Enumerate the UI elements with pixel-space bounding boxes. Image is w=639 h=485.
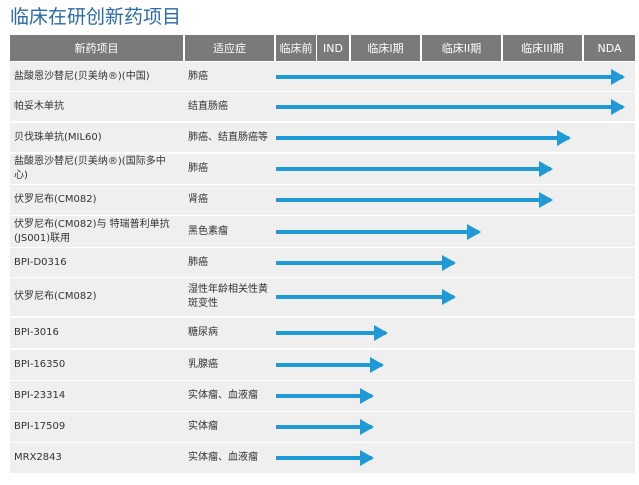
drug-name: 盐酸恩沙替尼(贝美纳®)(中国) bbox=[14, 70, 150, 82]
indication: 肺癌、结直肠癌等 bbox=[188, 131, 268, 143]
page-title: 临床在研创新药项目 bbox=[10, 6, 182, 28]
drug-name: BPI-D0316 bbox=[14, 256, 67, 268]
progress-arrow bbox=[276, 129, 572, 146]
progress-arrow bbox=[276, 254, 457, 271]
column-header: IND bbox=[317, 35, 349, 61]
drug-name: 伏罗尼布(CM082)与 特瑞普利单抗(JS001)联用 bbox=[14, 218, 170, 244]
drug-name: BPI-3016 bbox=[14, 327, 59, 338]
column-header: 临床I期 bbox=[351, 35, 420, 61]
table-row: 伏罗尼布(CM082) 湿性年龄相关性黄斑变性 bbox=[10, 278, 635, 316]
column-header: 临床III期 bbox=[503, 35, 582, 61]
indication: 乳腺癌 bbox=[188, 359, 218, 370]
progress-arrow bbox=[276, 289, 457, 305]
indication: 实体瘤、血液瘤 bbox=[188, 452, 258, 463]
drug-name: 伏罗尼布(CM082) bbox=[14, 291, 97, 302]
indication: 肺癌 bbox=[188, 70, 208, 82]
progress-arrow bbox=[276, 419, 374, 435]
drug-name: BPI-23314 bbox=[14, 390, 66, 401]
indication: 结直肠癌 bbox=[188, 100, 228, 112]
table-row: 贝伐珠单抗(MIL60) 肺癌、结直肠癌等 bbox=[10, 123, 635, 152]
table-row: BPI-16350 乳腺癌 bbox=[10, 350, 635, 380]
progress-arrow bbox=[276, 192, 554, 208]
indication: 肺癌 bbox=[188, 163, 208, 174]
table-row: 帕妥木单抗 结直肠癌 bbox=[10, 92, 635, 121]
table-row: 伏罗尼布(CM082)与 特瑞普利单抗(JS001)联用 黑色素瘤 bbox=[10, 216, 635, 247]
drug-name: MRX2843 bbox=[14, 452, 62, 463]
progress-arrow bbox=[276, 68, 625, 85]
indication: 肺癌 bbox=[188, 256, 208, 268]
progress-arrow bbox=[276, 98, 625, 115]
indication: 黑色素瘤 bbox=[188, 225, 228, 237]
table-row: BPI-23314 实体瘤、血液瘤 bbox=[10, 381, 635, 411]
indication: 湿性年龄相关性黄斑变性 bbox=[188, 284, 268, 309]
column-header: NDA bbox=[584, 35, 635, 61]
progress-arrow bbox=[276, 388, 374, 404]
table-row: 伏罗尼布(CM082) 肾癌 bbox=[10, 185, 635, 215]
drug-name: BPI-16350 bbox=[14, 359, 66, 370]
table-row: 盐酸恩沙替尼(贝美纳®)(中国) 肺癌 bbox=[10, 62, 635, 91]
drug-name: 伏罗尼布(CM082) bbox=[14, 194, 97, 205]
progress-arrow bbox=[276, 357, 385, 373]
progress-arrow bbox=[276, 161, 554, 177]
indication: 糖尿病 bbox=[188, 327, 218, 338]
table-row: BPI-3016 糖尿病 bbox=[10, 318, 635, 348]
drug-name: BPI-17509 bbox=[14, 421, 66, 432]
indication: 肾癌 bbox=[188, 194, 208, 205]
table-row: BPI-D0316 肺癌 bbox=[10, 248, 635, 277]
table-row: MRX2843 实体瘤、血液瘤 bbox=[10, 443, 635, 473]
table-row: BPI-17509 实体瘤 bbox=[10, 412, 635, 442]
progress-arrow bbox=[276, 223, 482, 240]
column-header: 适应症 bbox=[185, 35, 274, 61]
drug-name: 盐酸恩沙替尼(贝美纳®)(国际多中心) bbox=[14, 156, 166, 181]
table-row: 盐酸恩沙替尼(贝美纳®)(国际多中心) 肺癌 bbox=[10, 154, 635, 184]
progress-arrow bbox=[276, 450, 374, 466]
indication: 实体瘤、血液瘤 bbox=[188, 390, 258, 401]
drug-name: 帕妥木单抗 bbox=[14, 100, 64, 112]
indication: 实体瘤 bbox=[188, 421, 218, 432]
progress-arrow bbox=[276, 325, 389, 341]
drug-name: 贝伐珠单抗(MIL60) bbox=[14, 131, 102, 143]
column-header: 临床前 bbox=[276, 35, 316, 61]
column-header: 临床II期 bbox=[422, 35, 501, 61]
column-header: 新药项目 bbox=[10, 35, 183, 61]
